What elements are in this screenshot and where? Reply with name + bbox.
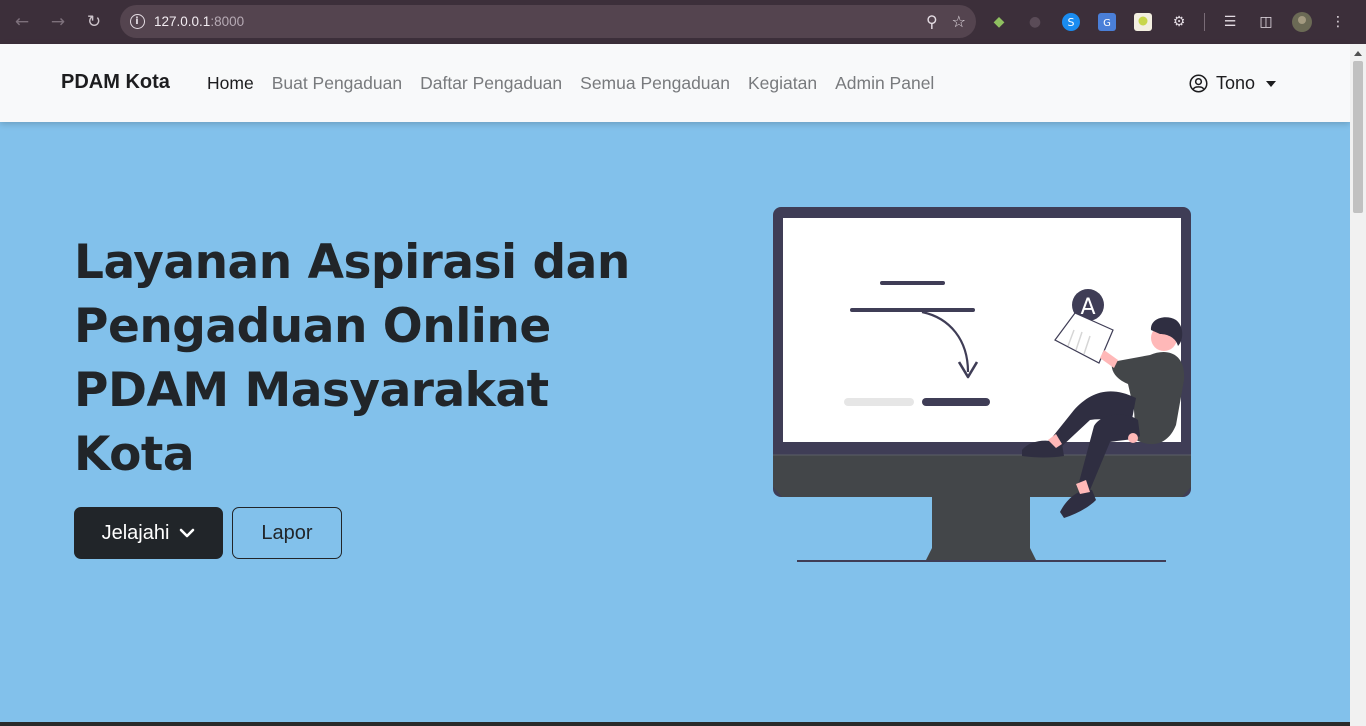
browser-toolbar: ← → ↻ i 127.0.0.1:8000 ⚲ ☆ ◆ ● S G ⚙ ☰ ◫… xyxy=(0,0,1366,44)
scroll-up-arrow-icon[interactable] xyxy=(1354,51,1362,56)
svg-text:S: S xyxy=(1068,16,1075,29)
hero-title-line: PDAM Masyarakat xyxy=(74,363,549,418)
browser-menu-icon[interactable]: ⋮ xyxy=(1327,11,1349,33)
zoom-icon[interactable]: ⚲ xyxy=(926,12,938,31)
hero-title-line: Kota xyxy=(74,427,195,482)
nav-link-semua-pengaduan[interactable]: Semua Pengaduan xyxy=(580,73,730,94)
user-name: Tono xyxy=(1216,73,1256,93)
media-control-icon[interactable]: ☰ xyxy=(1219,11,1241,33)
nav-link-home[interactable]: Home xyxy=(207,73,254,94)
profile-avatar[interactable] xyxy=(1291,11,1313,33)
user-dropdown[interactable]: Tono xyxy=(1189,73,1277,94)
caret-down-icon xyxy=(1266,80,1277,87)
hero-title-line: Pengaduan Online xyxy=(74,299,551,354)
extension-bulb-icon[interactable] xyxy=(1132,11,1154,33)
nav-link-kegiatan[interactable]: Kegiatan xyxy=(748,73,817,94)
nav-link-admin-panel[interactable]: Admin Panel xyxy=(835,73,934,94)
side-panel-icon[interactable]: ◫ xyxy=(1255,11,1277,33)
explore-button-label: Jelajahi xyxy=(101,521,170,544)
chevron-down-icon xyxy=(180,528,195,538)
hero-illustration: A xyxy=(773,207,1191,562)
report-button[interactable]: Lapor xyxy=(232,507,342,559)
nav-link-daftar-pengaduan[interactable]: Daftar Pengaduan xyxy=(420,73,562,94)
address-bar[interactable]: i 127.0.0.1:8000 ⚲ ☆ xyxy=(120,5,976,38)
extension-translate-icon[interactable]: G xyxy=(1096,11,1118,33)
explore-button[interactable]: Jelajahi xyxy=(74,507,223,559)
site-navbar: PDAM Kota Home Buat Pengaduan Daftar Pen… xyxy=(0,44,1350,122)
svg-text:G: G xyxy=(1103,18,1111,29)
hero-title-line: Layanan Aspirasi dan xyxy=(74,235,630,290)
monitor-stand xyxy=(926,497,1036,560)
scrollbar-thumb[interactable] xyxy=(1353,61,1363,213)
url-text[interactable]: 127.0.0.1:8000 xyxy=(154,14,244,29)
page-scrollbar[interactable] xyxy=(1350,44,1366,726)
nav-link-buat-pengaduan[interactable]: Buat Pengaduan xyxy=(272,73,402,94)
extensions-puzzle-icon[interactable]: ⚙ xyxy=(1168,11,1190,33)
hero-title: Layanan Aspirasi dan Pengaduan Online PD… xyxy=(74,231,634,487)
bookmark-star-icon[interactable]: ☆ xyxy=(952,12,966,31)
user-circle-icon xyxy=(1189,74,1208,93)
forward-arrow-icon[interactable]: → xyxy=(40,4,76,40)
extension-layers-icon[interactable]: ◆ xyxy=(988,11,1010,33)
extension-shazam-icon[interactable]: S xyxy=(1060,11,1082,33)
nav-links: Home Buat Pengaduan Daftar Pengaduan Sem… xyxy=(207,73,934,94)
monitor-bezel xyxy=(773,455,1191,497)
toolbar-separator xyxy=(1204,13,1205,31)
back-arrow-icon[interactable]: ← xyxy=(4,4,40,40)
reload-icon[interactable]: ↻ xyxy=(76,4,112,40)
page-bottom-edge xyxy=(0,722,1350,726)
brand-logo-text[interactable]: PDAM Kota xyxy=(61,71,170,94)
site-info-icon[interactable]: i xyxy=(120,14,154,29)
report-button-label: Lapor xyxy=(261,521,313,544)
extension-slot-icon[interactable]: ● xyxy=(1024,11,1046,33)
